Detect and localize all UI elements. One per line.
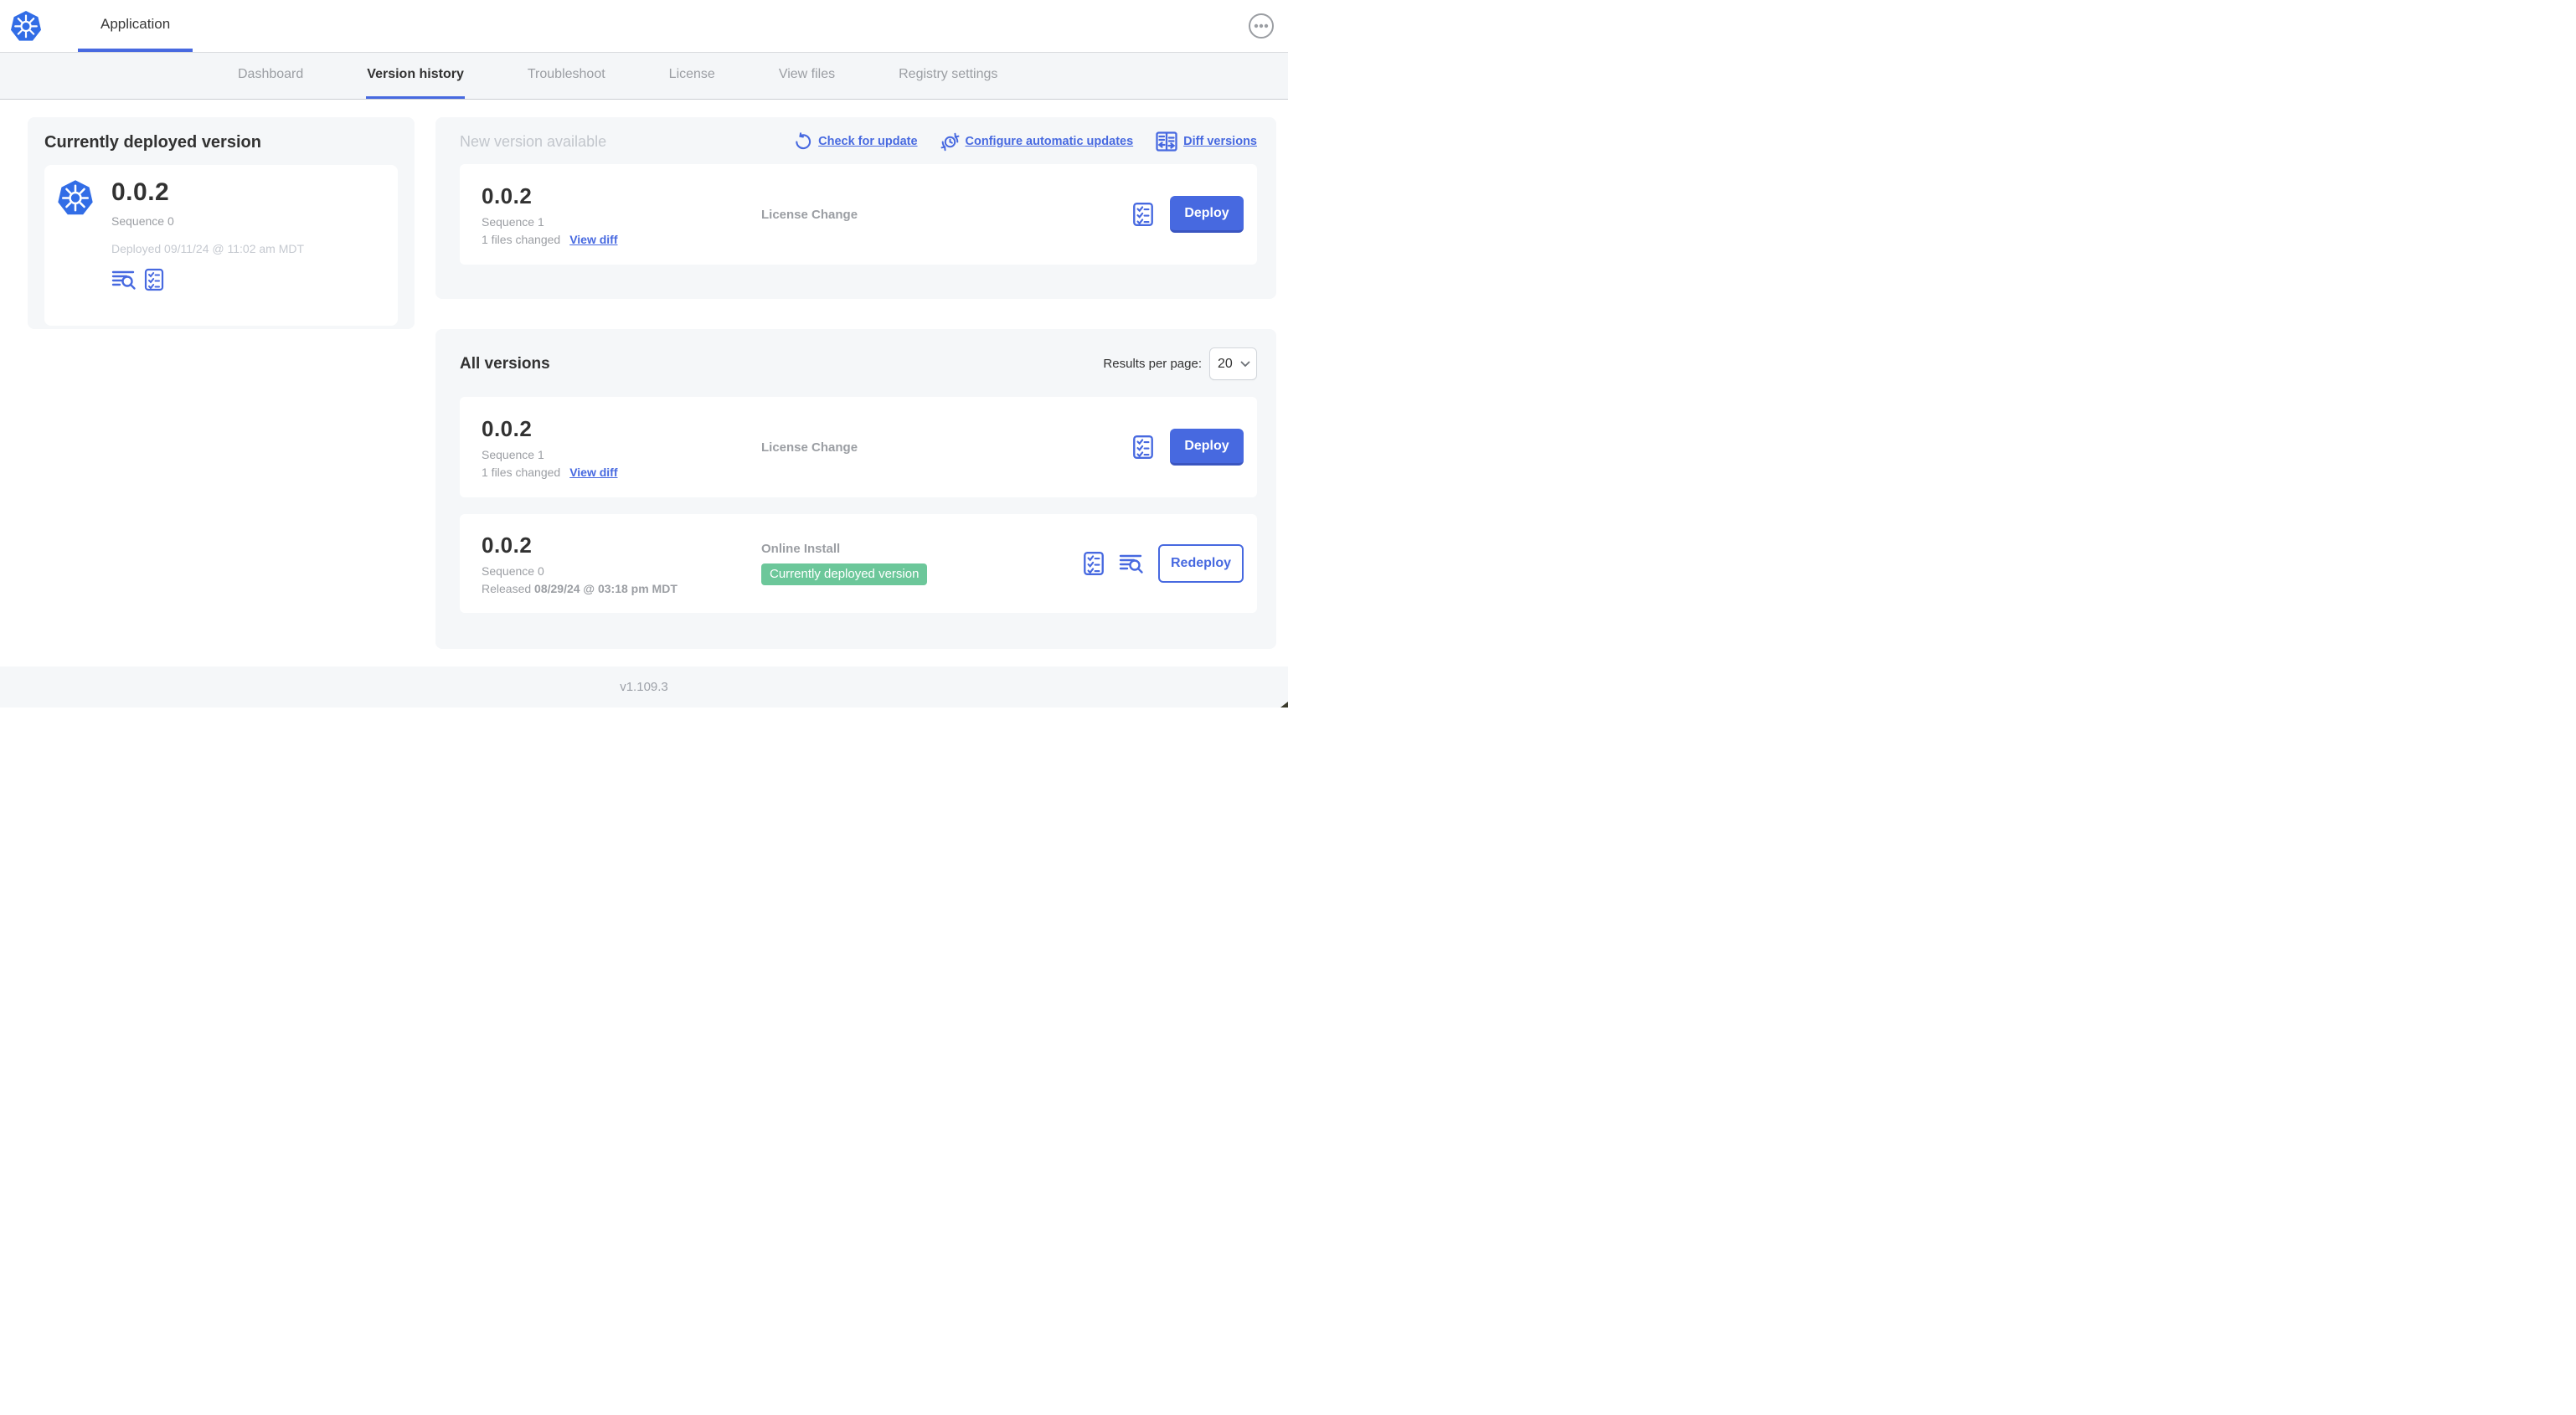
version-row-sequence-0: 0.0.2 Sequence 0 Released 08/29/24 @ 03:… <box>460 514 1257 613</box>
deployed-sequence: Sequence 0 <box>111 214 174 228</box>
logs-icon <box>111 270 136 290</box>
footer: v1.109.3 <box>0 666 1288 708</box>
currently-deployed-title: Currently deployed version <box>44 133 261 152</box>
version-actions: Redeploy <box>1083 544 1244 583</box>
version-info: 0.0.2 Sequence 1 1 files changed View di… <box>482 183 761 246</box>
released-prefix: Released <box>482 581 535 595</box>
files-changed-line: 1 files changed View diff <box>482 466 761 479</box>
diff-versions-label: Diff versions <box>1183 135 1257 148</box>
view-logs-button[interactable] <box>111 269 137 291</box>
view-diff-link[interactable]: View diff <box>569 466 617 479</box>
version-number: 0.0.2 <box>482 415 533 441</box>
version-actions: Deploy <box>1132 196 1244 233</box>
checklist-icon <box>1133 202 1153 227</box>
overflow-menu-button[interactable] <box>1248 13 1275 39</box>
source-label: Online Install <box>761 542 841 556</box>
console-version: v1.109.3 <box>620 680 668 694</box>
view-diff-link[interactable]: View diff <box>569 233 617 246</box>
tab-dashboard[interactable]: Dashboard <box>237 53 304 99</box>
deployed-version-number: 0.0.2 <box>111 178 170 206</box>
results-per-page-value: 20 <box>1218 356 1233 371</box>
app-subnav: Dashboard Version history Troubleshoot L… <box>0 53 1288 100</box>
deployed-card-actions <box>111 268 304 291</box>
ellipsis-icon <box>1249 13 1274 39</box>
all-versions-panel: All versions Results per page: 20 0.0.2 … <box>435 329 1276 649</box>
main-content: Currently deployed version 0.0.2 Sequenc… <box>0 100 1288 666</box>
version-number: 0.0.2 <box>482 183 533 208</box>
results-per-page-label: Results per page: <box>1103 357 1202 371</box>
version-sequence: Sequence 1 <box>482 447 544 461</box>
check-for-update-label: Check for update <box>818 135 918 148</box>
released-date: 08/29/24 @ 03:18 pm MDT <box>534 581 677 595</box>
version-sequence: Sequence 0 <box>482 563 544 578</box>
results-per-page: Results per page: 20 <box>1103 347 1257 380</box>
currently-deployed-panel: Currently deployed version 0.0.2 Sequenc… <box>28 117 415 329</box>
kubernetes-logo-icon <box>9 9 43 43</box>
version-source: Online Install Currently deployed versio… <box>761 542 1083 585</box>
deploy-button[interactable]: Deploy <box>1170 196 1244 233</box>
currently-deployed-badge: Currently deployed version <box>761 563 928 585</box>
deployed-info: 0.0.2 Sequence 0 Deployed 09/11/24 @ 11:… <box>111 178 304 312</box>
all-versions-title: All versions <box>460 354 550 373</box>
top-header: Application <box>0 0 1288 53</box>
app-tab-application[interactable]: Application <box>78 0 193 52</box>
new-version-title: New version available <box>460 132 607 150</box>
kubernetes-app-icon <box>56 178 95 217</box>
view-logs-button[interactable] <box>1119 553 1144 574</box>
checklist-icon <box>1084 551 1104 576</box>
tab-version-history[interactable]: Version history <box>366 53 465 99</box>
version-number: 0.0.2 <box>482 532 533 558</box>
version-source: License Change <box>761 208 1132 222</box>
version-actions: Deploy <box>1132 429 1244 466</box>
files-changed-text: 1 files changed <box>482 232 561 246</box>
deploy-button[interactable]: Deploy <box>1170 429 1244 466</box>
source-label: License Change <box>761 440 858 455</box>
preflight-checks-button[interactable] <box>144 268 164 291</box>
deployed-version-card: 0.0.2 Sequence 0 Deployed 09/11/24 @ 11:… <box>44 165 398 326</box>
diff-icon <box>1156 131 1177 152</box>
version-sequence: Sequence 1 <box>482 214 544 229</box>
preflight-checks-button[interactable] <box>1132 202 1154 227</box>
preflight-checks-button[interactable] <box>1132 435 1154 460</box>
deployed-timestamp: Deployed 09/11/24 @ 11:02 am MDT <box>111 242 305 255</box>
new-version-row: 0.0.2 Sequence 1 1 files changed View di… <box>460 164 1257 265</box>
configure-automatic-updates-link[interactable]: Configure automatic updates <box>940 132 1134 152</box>
cursor-artifact <box>1280 702 1288 708</box>
tab-registry-settings[interactable]: Registry settings <box>898 53 998 99</box>
tab-troubleshoot[interactable]: Troubleshoot <box>527 53 606 99</box>
logs-icon <box>1119 554 1143 574</box>
files-changed-line: 1 files changed View diff <box>482 233 761 246</box>
admin-console-page: Application Dashboard Version history Tr… <box>0 0 1288 708</box>
tab-license[interactable]: License <box>668 53 716 99</box>
released-timestamp: Released 08/29/24 @ 03:18 pm MDT <box>482 582 761 595</box>
new-version-header: New version available Check for update C… <box>460 131 1257 152</box>
version-info: 0.0.2 Sequence 0 Released 08/29/24 @ 03:… <box>482 533 761 595</box>
check-for-update-link[interactable]: Check for update <box>794 132 918 151</box>
clock-refresh-icon <box>940 132 960 151</box>
checklist-icon <box>144 268 164 291</box>
new-version-actions: Check for update Configure automatic upd… <box>794 131 1257 152</box>
chevron-down-icon <box>1240 361 1250 367</box>
version-row-sequence-1: 0.0.2 Sequence 1 1 files changed View di… <box>460 397 1257 497</box>
checklist-icon <box>1133 435 1153 460</box>
app-tab-label: Application <box>100 16 171 32</box>
redeploy-button[interactable]: Redeploy <box>1158 544 1244 583</box>
all-versions-header: All versions Results per page: 20 <box>460 347 1257 380</box>
configure-automatic-updates-label: Configure automatic updates <box>965 135 1134 148</box>
refresh-icon <box>796 132 811 150</box>
tab-view-files[interactable]: View files <box>778 53 836 99</box>
source-label: License Change <box>761 207 858 222</box>
new-version-panel: New version available Check for update C… <box>435 117 1276 299</box>
version-info: 0.0.2 Sequence 1 1 files changed View di… <box>482 416 761 479</box>
version-source: License Change <box>761 440 1132 455</box>
preflight-checks-button[interactable] <box>1083 551 1105 576</box>
results-per-page-select[interactable]: 20 <box>1209 347 1257 380</box>
diff-versions-link[interactable]: Diff versions <box>1156 131 1257 152</box>
files-changed-text: 1 files changed <box>482 465 561 479</box>
